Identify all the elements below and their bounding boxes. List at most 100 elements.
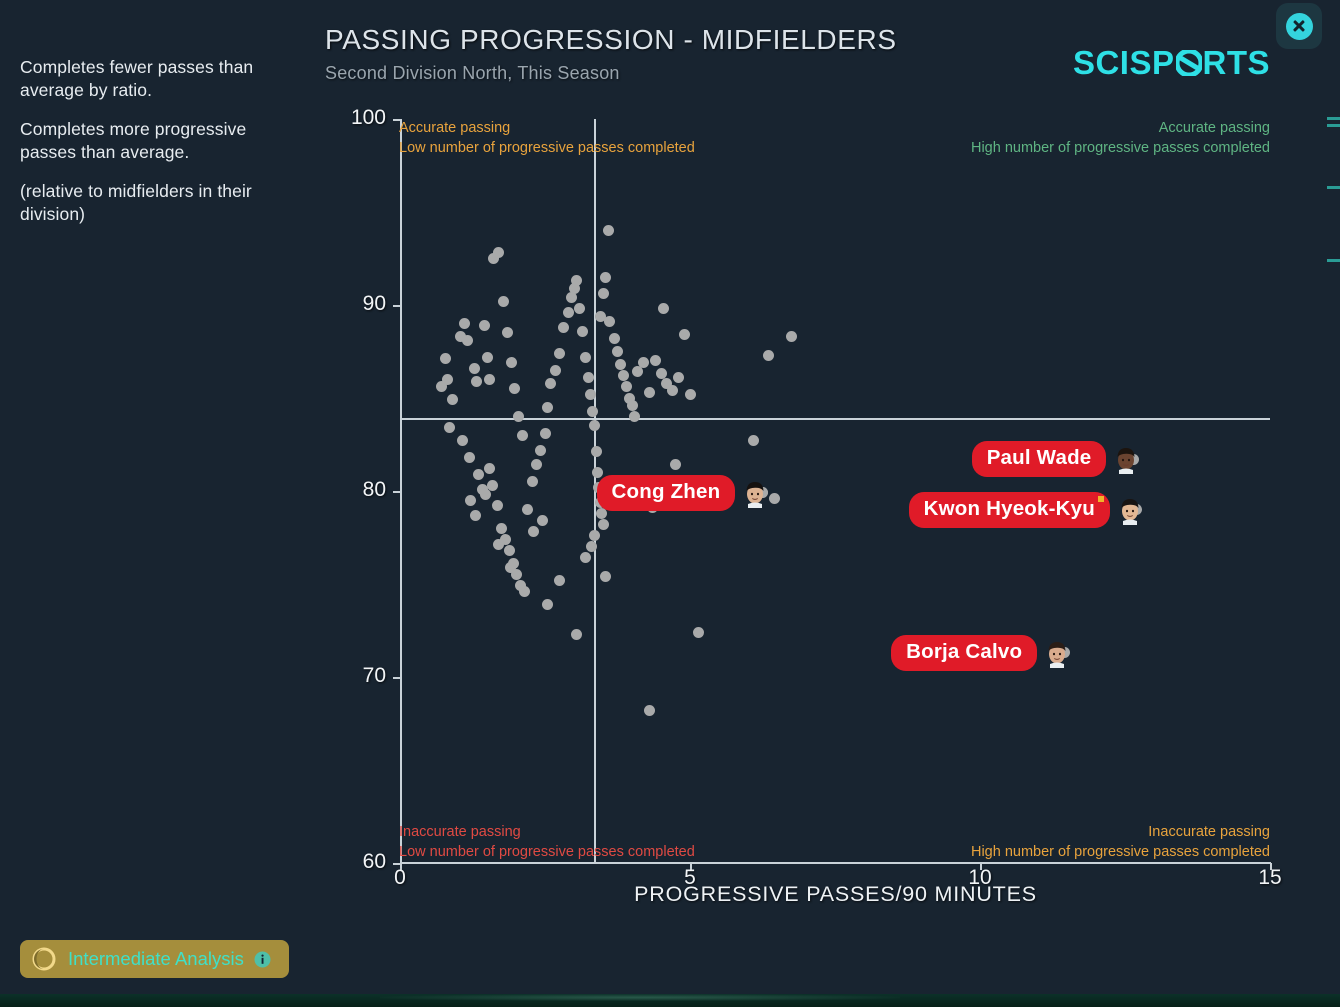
scatter-point[interactable] <box>517 429 529 441</box>
scatter-point[interactable] <box>670 459 681 471</box>
scatter-point[interactable] <box>587 405 599 417</box>
scatter-point[interactable] <box>632 366 644 378</box>
scatter-point[interactable] <box>464 452 476 464</box>
scatter-point[interactable] <box>505 357 517 369</box>
scatter-point[interactable] <box>584 388 596 400</box>
scatter-point[interactable] <box>649 355 661 367</box>
scatter-point[interactable] <box>480 489 492 501</box>
scatter-point[interactable] <box>558 321 570 333</box>
scatter-point[interactable] <box>571 275 583 287</box>
close-button[interactable] <box>1276 3 1322 49</box>
scatter-point[interactable] <box>436 381 448 393</box>
scatter-point[interactable] <box>446 394 458 406</box>
scatter-point[interactable] <box>468 362 480 374</box>
scatter-point[interactable] <box>545 377 557 389</box>
scatter-point[interactable] <box>534 444 546 456</box>
player-name-pill[interactable]: Borja Calvo <box>891 634 1038 671</box>
player-label-kwon-hyeok-kyu[interactable]: Kwon Hyeok-Kyu <box>908 491 1143 528</box>
scatter-point[interactable] <box>487 479 499 491</box>
scatter-point[interactable] <box>471 375 483 387</box>
scatter-point[interactable] <box>478 319 490 331</box>
scatter-point[interactable] <box>597 518 609 530</box>
scatter-point[interactable] <box>580 552 592 564</box>
scatter-point[interactable] <box>577 325 589 337</box>
scatter-point[interactable] <box>600 271 612 283</box>
scatter-point[interactable] <box>678 329 690 341</box>
scatter-point[interactable] <box>614 359 626 371</box>
scatter-point[interactable] <box>588 420 600 432</box>
scatter-point[interactable] <box>600 571 612 583</box>
scatter-point[interactable] <box>612 346 623 357</box>
scatter-point[interactable] <box>574 303 586 315</box>
scatter-point[interactable] <box>768 492 780 504</box>
scatter-point[interactable] <box>693 626 705 638</box>
player-label-cong-zhen[interactable]: Cong Zhen <box>596 474 769 511</box>
scatter-point[interactable] <box>620 381 632 393</box>
player-label-paul-wade[interactable]: Paul Wade <box>971 441 1140 478</box>
scatter-point[interactable] <box>597 288 609 300</box>
player-name-pill[interactable]: Cong Zhen <box>596 474 736 511</box>
scatter-point[interactable] <box>617 370 629 382</box>
scatter-point[interactable] <box>519 585 531 597</box>
scatter-point[interactable] <box>583 372 594 384</box>
player-label-borja-calvo[interactable]: Borja Calvo <box>891 634 1070 671</box>
scatter-point[interactable] <box>638 357 650 369</box>
scatter-point[interactable] <box>497 295 509 307</box>
scatter-point[interactable] <box>536 515 548 527</box>
scatter-point[interactable] <box>554 347 565 359</box>
scatter-point[interactable] <box>604 316 616 328</box>
scatter-point[interactable] <box>496 522 507 534</box>
scatter-point[interactable] <box>539 427 551 439</box>
player-name-pill[interactable]: Paul Wade <box>971 441 1107 478</box>
scatter-point[interactable] <box>542 401 554 413</box>
scatter-point[interactable] <box>439 353 451 365</box>
info-icon[interactable] <box>254 951 271 968</box>
scatter-point[interactable] <box>588 530 600 542</box>
scatter-point[interactable] <box>493 247 505 259</box>
scatter-point[interactable] <box>562 306 574 318</box>
quadrant-br-line2: High number of progressive passes comple… <box>970 843 1270 860</box>
scatter-point[interactable] <box>465 494 477 506</box>
scatter-point[interactable] <box>580 351 592 363</box>
scatter-point[interactable] <box>684 388 696 400</box>
scatter-point[interactable] <box>609 332 621 344</box>
scatter-point[interactable] <box>522 504 534 516</box>
scatter-point[interactable] <box>504 561 516 573</box>
scatter-point[interactable] <box>629 411 641 423</box>
scatter-point[interactable] <box>672 372 684 384</box>
scatter-point[interactable] <box>501 327 513 339</box>
scatter-point[interactable] <box>526 476 538 488</box>
scatter-point[interactable] <box>472 468 484 480</box>
player-name-pill[interactable]: Kwon Hyeok-Kyu <box>908 491 1110 528</box>
scatter-point[interactable] <box>527 526 539 538</box>
scatter-point[interactable] <box>462 334 474 346</box>
scatter-point[interactable] <box>491 500 503 512</box>
scatter-point[interactable] <box>658 303 670 315</box>
scatter-point[interactable] <box>493 539 505 551</box>
scatter-point[interactable] <box>443 422 455 434</box>
scatter-point[interactable] <box>484 463 496 475</box>
scatter-point[interactable] <box>603 225 615 237</box>
scatter-point[interactable] <box>481 351 493 363</box>
scatter-point[interactable] <box>509 383 521 395</box>
scatter-point[interactable] <box>643 704 655 716</box>
scatter-point[interactable] <box>542 598 554 610</box>
scatter-point[interactable] <box>530 459 542 471</box>
scatter-point[interactable] <box>786 331 797 343</box>
scatter-point[interactable] <box>748 435 760 447</box>
scatter-point[interactable] <box>667 385 679 397</box>
scatter-point[interactable] <box>554 574 565 586</box>
scatter-point[interactable] <box>571 628 583 640</box>
scatter-point[interactable] <box>469 509 481 521</box>
scatter-point[interactable] <box>626 399 638 411</box>
scatter-point[interactable] <box>484 373 496 385</box>
scatter-point[interactable] <box>503 545 515 557</box>
scatter-point[interactable] <box>590 446 602 458</box>
scatter-point[interactable] <box>459 318 471 330</box>
scatter-point[interactable] <box>549 364 561 376</box>
scatter-point[interactable] <box>457 435 469 447</box>
scatter-point[interactable] <box>643 386 655 398</box>
intermediate-analysis-badge[interactable]: Intermediate Analysis <box>20 940 289 978</box>
scatter-point[interactable] <box>762 349 774 361</box>
scatter-point[interactable] <box>513 411 525 423</box>
